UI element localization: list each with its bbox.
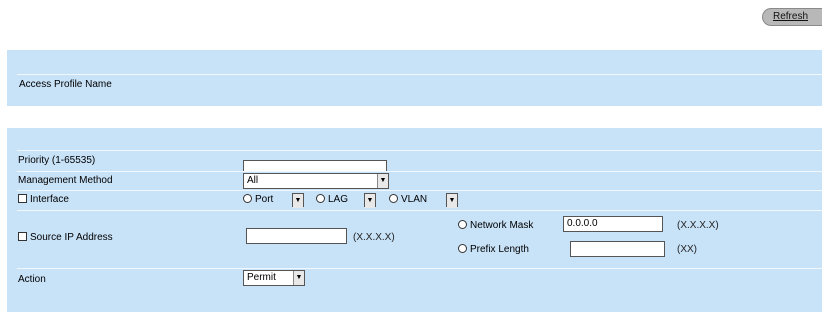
access-profile-name-label: Access Profile Name <box>19 79 112 90</box>
interface-option[interactable]: Interface <box>18 192 69 208</box>
prefix-length-radio[interactable] <box>458 243 467 253</box>
action-select[interactable]: Permit ▼ <box>243 270 305 286</box>
rule-panel: Priority (1-65535) Management Method All… <box>7 128 822 312</box>
vlan-select[interactable]: ▼ <box>446 193 458 208</box>
port-select[interactable]: ▼ <box>292 193 304 208</box>
refresh-button[interactable]: Refresh <box>762 8 822 26</box>
chevron-down-icon[interactable]: ▼ <box>365 194 375 208</box>
prefix-length-hint: (XX) <box>677 244 697 255</box>
priority-label: Priority (1-65535) <box>18 155 96 166</box>
network-mask-label: Network Mask <box>470 220 534 231</box>
interface-row: Interface Port ▼ LAG ▼ VLAN ▼ <box>17 191 822 210</box>
interface-checkbox[interactable] <box>18 193 27 203</box>
network-mask-input[interactable]: 0.0.0.0 <box>563 216 663 232</box>
source-ip-label: Source IP Address <box>30 232 113 243</box>
lag-label: LAG <box>328 194 349 205</box>
source-ip-input[interactable] <box>246 228 347 244</box>
action-value: Permit <box>247 272 276 283</box>
management-method-label: Management Method <box>18 175 113 186</box>
access-profile-panel: Access Profile Name <box>7 50 822 106</box>
action-label: Action <box>18 274 46 285</box>
port-label: Port <box>255 194 274 205</box>
port-radio[interactable] <box>243 193 252 203</box>
network-mask-radio[interactable] <box>458 219 467 229</box>
lag-option[interactable]: LAG <box>316 192 348 208</box>
prefix-length-input[interactable] <box>570 241 665 257</box>
action-row: Action Permit ▼ <box>17 269 822 291</box>
panel-header <box>7 128 822 150</box>
management-method-row: Management Method All ▼ <box>17 172 822 190</box>
vlan-radio[interactable] <box>389 193 398 203</box>
panel-header <box>7 50 822 72</box>
network-mask-hint: (X.X.X.X) <box>677 220 719 231</box>
chevron-down-icon[interactable]: ▼ <box>293 271 304 285</box>
prefix-length-label: Prefix Length <box>470 244 529 255</box>
chevron-down-icon[interactable]: ▼ <box>447 194 457 208</box>
access-profile-name-row: Access Profile Name <box>17 76 822 94</box>
management-method-value: All <box>247 175 259 186</box>
source-ip-checkbox[interactable] <box>18 231 27 241</box>
interface-label: Interface <box>30 194 69 205</box>
source-ip-hint: (X.X.X.X) <box>353 232 395 243</box>
lag-radio[interactable] <box>316 193 325 203</box>
priority-row: Priority (1-65535) <box>17 151 822 176</box>
lag-select[interactable]: ▼ <box>364 193 376 208</box>
chevron-down-icon[interactable]: ▼ <box>377 174 388 188</box>
prefix-length-option[interactable]: Prefix Length <box>458 242 529 258</box>
source-ip-option[interactable]: Source IP Address <box>18 230 113 246</box>
management-method-select[interactable]: All ▼ <box>243 173 389 189</box>
vlan-option[interactable]: VLAN <box>389 192 427 208</box>
network-mask-option[interactable]: Network Mask <box>458 218 533 234</box>
vlan-label: VLAN <box>401 194 428 205</box>
source-ip-row: Source IP Address (X.X.X.X) Network Mask… <box>17 211 822 268</box>
port-option[interactable]: Port <box>243 192 273 208</box>
chevron-down-icon[interactable]: ▼ <box>293 194 303 208</box>
